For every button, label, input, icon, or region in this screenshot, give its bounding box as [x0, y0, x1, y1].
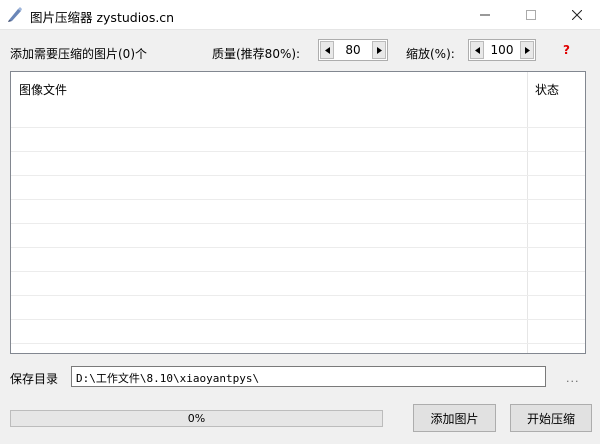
list-row: [11, 320, 585, 344]
list-row: [11, 176, 585, 200]
quality-increase-button[interactable]: [372, 41, 386, 59]
quality-decrease-button[interactable]: [320, 41, 334, 59]
save-directory-label: 保存目录: [10, 372, 59, 386]
maximize-icon: [526, 10, 536, 20]
arrow-right-icon: [376, 46, 382, 54]
maximize-button[interactable]: [508, 0, 554, 30]
quality-value[interactable]: 80: [335, 43, 371, 57]
quality-spinner[interactable]: 80: [318, 39, 388, 61]
scale-increase-button[interactable]: [520, 41, 534, 59]
list-row: [11, 224, 585, 248]
title-bar: 图片压缩器 zystudios.cn: [0, 0, 600, 30]
image-count-label: 添加需要压缩的图片(0)个: [10, 47, 147, 61]
minimize-icon: [480, 14, 490, 16]
progress-text: 0%: [187, 412, 206, 425]
arrow-right-icon: [524, 46, 530, 54]
image-list[interactable]: 图像文件 状态: [10, 71, 586, 354]
arrow-left-icon: [474, 46, 480, 54]
quality-label: 质量(推荐80%):: [212, 47, 301, 61]
close-button[interactable]: [554, 0, 600, 30]
help-link[interactable]: ?: [563, 43, 570, 57]
list-row: [11, 200, 585, 224]
minimize-button[interactable]: [462, 0, 508, 30]
list-row: [11, 104, 585, 128]
list-header: 图像文件 状态: [11, 72, 585, 104]
list-row: [11, 248, 585, 272]
list-row: [11, 296, 585, 320]
start-compress-button[interactable]: 开始压缩: [510, 404, 592, 432]
scale-spinner[interactable]: 100: [468, 39, 536, 61]
add-images-button[interactable]: 添加图片: [413, 404, 496, 432]
progress-bar: 0%: [10, 410, 383, 427]
list-row: [11, 152, 585, 176]
column-header-file[interactable]: 图像文件: [19, 81, 67, 98]
scale-decrease-button[interactable]: [470, 41, 484, 59]
arrow-left-icon: [324, 46, 330, 54]
list-row: [11, 128, 585, 152]
browse-button[interactable]: ...: [566, 372, 580, 385]
column-header-status[interactable]: 状态: [535, 81, 559, 98]
scale-label: 缩放(%):: [406, 47, 455, 61]
app-icon: [8, 7, 22, 22]
close-icon: [572, 10, 582, 20]
save-directory-field[interactable]: D:\工作文件\8.10\xiaoyantpys\: [71, 366, 546, 387]
list-row: [11, 272, 585, 296]
scale-value[interactable]: 100: [485, 43, 519, 57]
window-title: 图片压缩器 zystudios.cn: [30, 10, 175, 25]
